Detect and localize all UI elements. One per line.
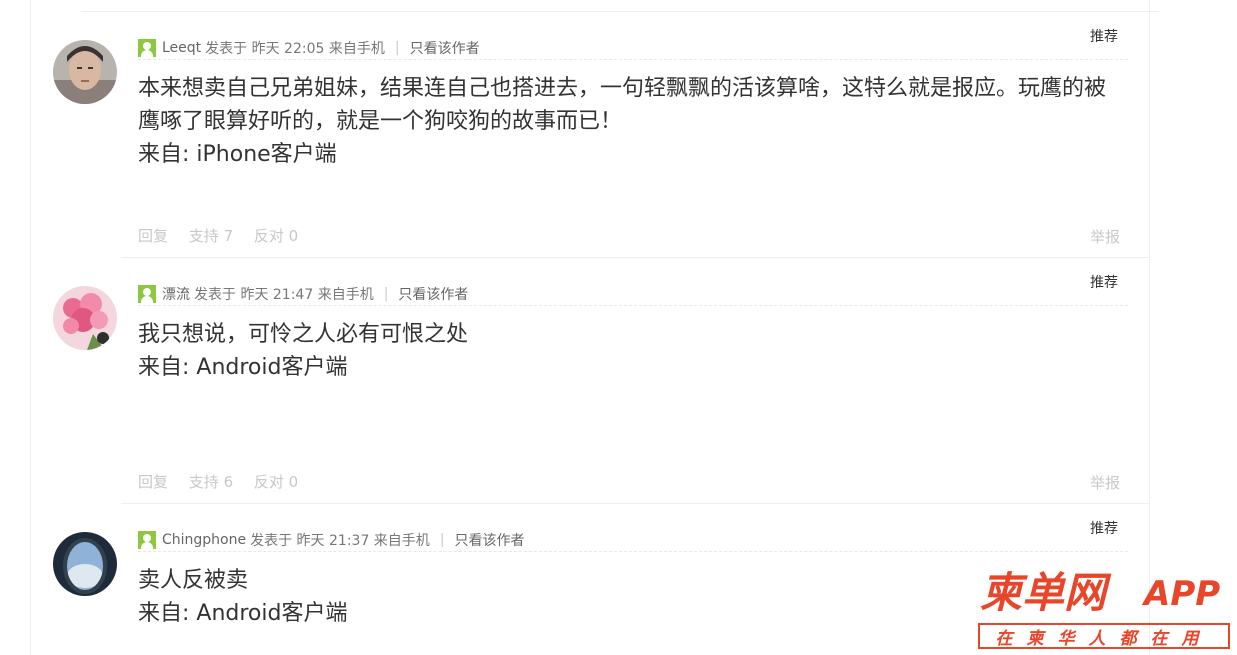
post-time: 发表于 昨天 21:37 来自手机 bbox=[250, 533, 430, 549]
post-meta: Leeqt 发表于 昨天 22:05 来自手机 | 只看该作者 bbox=[138, 38, 480, 58]
separator: | bbox=[439, 532, 445, 548]
app-logo: 柬单网 APP 在柬华人都在用 bbox=[976, 568, 1234, 654]
page: Leeqt 发表于 昨天 22:05 来自手机 | 只看该作者 推荐 本来想卖自… bbox=[0, 0, 1237, 655]
user-icon bbox=[138, 285, 156, 303]
oppose-button[interactable]: 反对 0 bbox=[254, 227, 298, 245]
recommend-button[interactable]: 推荐 bbox=[1090, 26, 1118, 46]
logo-text: 柬单网 bbox=[980, 568, 1107, 617]
recommend-button[interactable]: 推荐 bbox=[1090, 272, 1118, 292]
only-author-link[interactable]: 只看该作者 bbox=[455, 530, 525, 550]
report-button[interactable]: 举报 bbox=[1090, 226, 1120, 247]
post-text-line: 本来想卖自己兄弟姐妹，结果连自己也搭进去，一句轻飘飘的活该算啥，这特么就是报应。… bbox=[138, 76, 1107, 101]
post-actions: 回复 支持 6 反对 0 bbox=[138, 471, 314, 492]
post-actions: 回复 支持 7 反对 0 bbox=[138, 225, 314, 246]
post-content: 我只想说，可怜之人必有可恨之处 来自: Android客户端 bbox=[138, 318, 1138, 384]
avatar[interactable] bbox=[53, 286, 117, 350]
support-button[interactable]: 支持 6 bbox=[189, 473, 233, 491]
user-icon bbox=[138, 39, 156, 57]
divider bbox=[138, 551, 1128, 552]
post-meta: 漂流 发表于 昨天 21:47 来自手机 | 只看该作者 bbox=[138, 284, 468, 304]
oppose-button[interactable]: 反对 0 bbox=[254, 473, 298, 491]
reply-button[interactable]: 回复 bbox=[138, 473, 168, 491]
support-button[interactable]: 支持 7 bbox=[189, 227, 233, 245]
post-source: 来自: Android客户端 bbox=[138, 355, 348, 380]
report-button[interactable]: 举报 bbox=[1090, 472, 1120, 493]
author-name[interactable]: Leeqt bbox=[162, 40, 201, 56]
post-source: 来自: iPhone客户端 bbox=[138, 142, 337, 167]
post-text-line: 我只想说，可怜之人必有可恨之处 bbox=[138, 322, 469, 347]
post-time: 发表于 昨天 22:05 来自手机 bbox=[205, 41, 385, 57]
divider bbox=[138, 305, 1128, 306]
separator: | bbox=[383, 286, 389, 302]
post-item: Leeqt 发表于 昨天 22:05 来自手机 | 只看该作者 推荐 本来想卖自… bbox=[31, 12, 1149, 258]
thread-panel: Leeqt 发表于 昨天 22:05 来自手机 | 只看该作者 推荐 本来想卖自… bbox=[30, 0, 1159, 655]
separator: | bbox=[394, 40, 400, 56]
logo-tagline: 在柬华人都在用 bbox=[978, 623, 1230, 649]
recommend-button[interactable]: 推荐 bbox=[1090, 518, 1118, 538]
divider bbox=[138, 59, 1128, 60]
avatar[interactable] bbox=[53, 40, 117, 104]
user-icon bbox=[138, 531, 156, 549]
post-content: 本来想卖自己兄弟姐妹，结果连自己也搭进去，一句轻飘飘的活该算啥，这特么就是报应。… bbox=[138, 72, 1138, 171]
logo-app-text: APP bbox=[1144, 574, 1221, 614]
author-name[interactable]: Chingphone bbox=[162, 532, 246, 548]
reply-button[interactable]: 回复 bbox=[138, 227, 168, 245]
post-text-line: 鹰啄了眼算好听的，就是一个狗咬狗的故事而已！ bbox=[138, 109, 623, 134]
avatar[interactable] bbox=[53, 532, 117, 596]
only-author-link[interactable]: 只看该作者 bbox=[410, 38, 480, 58]
post-time: 发表于 昨天 21:47 来自手机 bbox=[194, 287, 374, 303]
post-meta: Chingphone 发表于 昨天 21:37 来自手机 | 只看该作者 bbox=[138, 530, 525, 550]
only-author-link[interactable]: 只看该作者 bbox=[398, 284, 468, 304]
post-item: 漂流 发表于 昨天 21:47 来自手机 | 只看该作者 推荐 我只想说，可怜之… bbox=[31, 258, 1149, 504]
author-name[interactable]: 漂流 bbox=[162, 284, 190, 304]
